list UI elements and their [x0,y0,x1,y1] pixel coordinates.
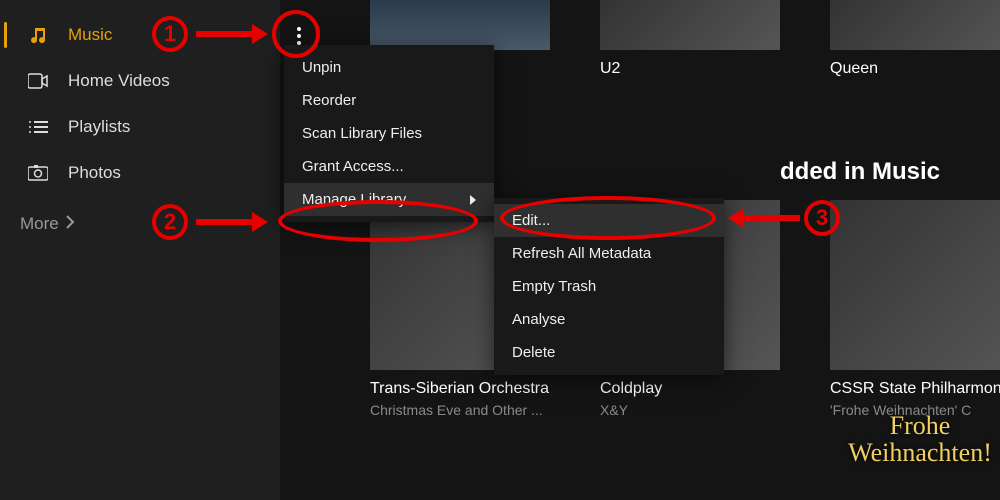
album-art [830,0,1000,50]
album-subtitle: Christmas Eve and Other ... [370,402,550,418]
sidebar-item-playlists[interactable]: Playlists [0,104,280,150]
album-title: Queen [830,60,1000,78]
sidebar-more[interactable]: More [0,214,280,234]
sidebar-item-photos[interactable]: Photos [0,150,280,196]
album-subtitle: X&Y [600,402,780,418]
more-label: More [20,214,59,234]
menu-item-label: Analyse [512,311,565,328]
section-heading: dded in Music [780,158,940,186]
menu-item-scan-library[interactable]: Scan Library Files [284,117,494,150]
sidebar-item-label: Music [68,25,112,45]
menu-item-refresh-metadata[interactable]: Refresh All Metadata [494,237,724,270]
chevron-right-icon [65,214,75,234]
menu-item-label: Empty Trash [512,278,596,295]
menu-item-label: Reorder [302,92,356,109]
album-card[interactable] [370,0,550,50]
menu-item-edit[interactable]: Edit... [494,204,724,237]
menu-item-unpin[interactable]: Unpin [284,51,494,84]
camera-icon [28,165,56,181]
video-icon [28,73,56,89]
album-art [370,0,550,50]
dot-icon [297,34,301,38]
manage-library-submenu: Edit... Refresh All Metadata Empty Trash… [494,198,724,375]
album-title: U2 [600,60,780,78]
submenu-arrow-icon [470,195,476,205]
sidebar-item-label: Home Videos [68,71,170,91]
menu-item-label: Scan Library Files [302,125,422,142]
album-art [830,200,1000,370]
menu-item-grant-access[interactable]: Grant Access... [284,150,494,183]
dot-icon [297,27,301,31]
album-card-queen[interactable]: Queen [830,0,1000,78]
album-title: Trans-Siberian Orchestra [370,380,550,398]
album-art-overlay-text: Frohe Weihnachten! [830,412,1000,467]
menu-item-label: Manage Library [302,191,406,208]
album-title: Coldplay [600,380,780,398]
sidebar-item-music[interactable]: Music [0,12,280,58]
sidebar: Music Home Videos Playlists Photos More [0,0,280,500]
menu-item-empty-trash[interactable]: Empty Trash [494,270,724,303]
album-title: CSSR State Philharmon [830,380,1000,398]
album-card-u2[interactable]: U2 [600,0,780,78]
sidebar-item-label: Photos [68,163,121,183]
menu-item-label: Unpin [302,59,341,76]
library-context-menu: Unpin Reorder Scan Library Files Grant A… [284,45,494,222]
album-art [600,0,780,50]
sidebar-item-home-videos[interactable]: Home Videos [0,58,280,104]
menu-item-label: Grant Access... [302,158,404,175]
active-indicator [4,22,7,48]
menu-item-label: Edit... [512,212,550,229]
album-card-cssr[interactable]: Frohe Weihnachten! CSSR State Philharmon… [830,200,1000,418]
menu-item-label: Delete [512,344,555,361]
menu-item-reorder[interactable]: Reorder [284,84,494,117]
menu-item-manage-library[interactable]: Manage Library [284,183,494,216]
menu-item-delete[interactable]: Delete [494,336,724,369]
menu-item-label: Refresh All Metadata [512,245,651,262]
playlist-icon [28,119,56,135]
menu-item-analyse[interactable]: Analyse [494,303,724,336]
music-icon [28,25,56,45]
sidebar-item-label: Playlists [68,117,130,137]
